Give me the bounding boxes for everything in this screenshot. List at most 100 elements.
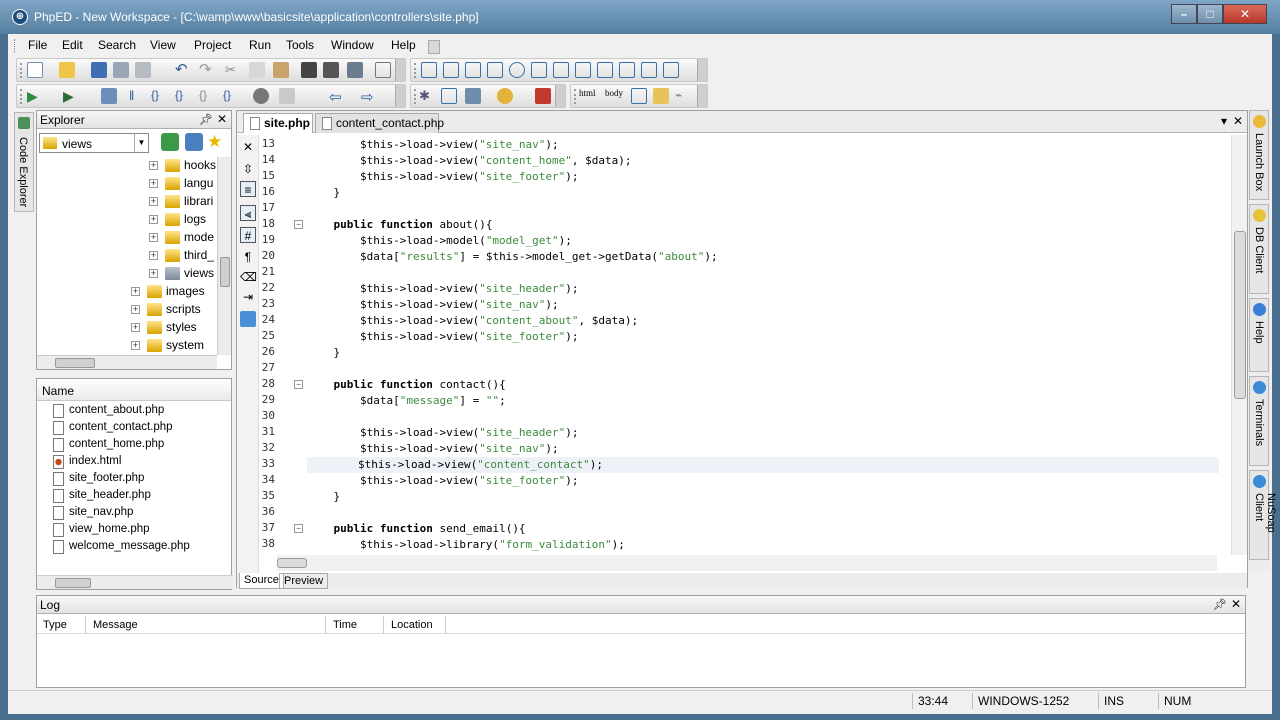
close-window-button[interactable]: ✕ <box>1223 4 1267 24</box>
close-icon[interactable]: ✕ <box>217 112 227 126</box>
fold-toggle-icon[interactable]: − <box>294 220 303 229</box>
expand-icon[interactable]: + <box>149 179 158 188</box>
expand-icon[interactable]: + <box>131 287 140 296</box>
code-line[interactable]: public function about(){ <box>307 217 493 233</box>
expand-icon[interactable]: + <box>131 341 140 350</box>
menu-edit[interactable]: Edit <box>60 38 85 52</box>
menu-tools[interactable]: Tools <box>284 38 316 52</box>
right-tab-help[interactable]: Help <box>1249 298 1269 372</box>
run-icon[interactable]: ▶ <box>27 88 43 104</box>
menu-overflow-button[interactable] <box>428 40 440 54</box>
step-into-icon[interactable]: {} <box>151 88 167 104</box>
code-line[interactable]: $this->load->view("site_footer"); <box>307 169 579 185</box>
menu-help[interactable]: Help <box>389 38 418 52</box>
toggle-hash-icon[interactable]: # <box>240 227 256 243</box>
tab-site-php[interactable]: site.php <box>243 113 313 133</box>
run-to-cursor-icon[interactable]: {} <box>223 88 239 104</box>
code-line[interactable]: public function contact(){ <box>307 377 506 393</box>
toolbar-overflow[interactable] <box>555 85 565 107</box>
tab-preview[interactable]: Preview <box>279 573 329 589</box>
code-explorer-tab[interactable]: Code Explorer <box>14 112 34 212</box>
html-tag-icon[interactable]: html <box>579 88 601 104</box>
current-code-line[interactable]: $this->load->view("content_contact"); <box>307 457 1219 473</box>
editor-vertical-scrollbar[interactable] <box>1231 135 1247 555</box>
refresh-icon[interactable] <box>185 133 203 151</box>
pilcrow-icon[interactable]: ¶ <box>240 249 256 265</box>
code-line[interactable]: $data["results"] = $this->model_get->get… <box>307 249 718 265</box>
code-line[interactable]: $this->load->view("site_nav"); <box>307 297 559 313</box>
code-line[interactable]: $this->load->view("site_header"); <box>307 425 579 441</box>
bookmark-icon[interactable] <box>375 62 391 78</box>
minimize-button[interactable]: – <box>1171 4 1197 24</box>
step-out-icon[interactable]: {} <box>199 88 215 104</box>
paste-icon[interactable] <box>273 62 289 78</box>
new-file-icon[interactable] <box>27 62 43 78</box>
close-tab-icon[interactable]: ✕ <box>1233 114 1243 128</box>
log-col-type[interactable]: Type <box>43 619 67 631</box>
tab-source[interactable]: Source <box>239 573 284 589</box>
find-in-files-icon[interactable] <box>347 62 363 78</box>
menu-search[interactable]: Search <box>96 38 138 52</box>
html-image-icon[interactable] <box>619 62 635 78</box>
code-line[interactable]: $this->load->view("content_home", $data)… <box>307 153 632 169</box>
find-replace-icon[interactable] <box>323 62 339 78</box>
undo-icon[interactable]: ↶ <box>175 62 191 78</box>
expand-icon[interactable]: + <box>149 251 158 260</box>
favorites-star-icon[interactable]: ★ <box>207 133 225 151</box>
redo-icon[interactable]: ↷ <box>199 62 215 78</box>
open-folder-icon[interactable] <box>59 62 75 78</box>
fold-toggle-icon[interactable]: − <box>294 524 303 533</box>
toolbar-overflow[interactable] <box>697 85 707 107</box>
expand-icon[interactable]: + <box>131 305 140 314</box>
body-tag-icon[interactable]: body <box>605 88 627 104</box>
code-line[interactable]: $this->load->library("form_validation"); <box>307 537 625 553</box>
file-list-horizontal-scrollbar[interactable] <box>37 575 233 589</box>
save-icon[interactable] <box>91 62 107 78</box>
split-icon[interactable]: ⇳ <box>240 161 256 177</box>
html-table-icon[interactable] <box>575 62 591 78</box>
code-line[interactable]: $this->load->model("model_get"); <box>307 233 572 249</box>
layout-icon[interactable] <box>535 88 551 104</box>
log-col-location[interactable]: Location <box>391 619 433 631</box>
edit-doc-icon[interactable] <box>441 88 457 104</box>
expand-icon[interactable]: + <box>131 323 140 332</box>
menu-file[interactable]: File <box>26 38 49 52</box>
folder-select[interactable]: views ▼ <box>39 133 149 153</box>
code-line[interactable]: } <box>307 489 340 505</box>
stop-icon[interactable] <box>253 88 269 104</box>
html-select-icon[interactable] <box>487 62 503 78</box>
toggle-indent-icon[interactable]: ⫷ <box>240 205 256 221</box>
html-radio-icon[interactable] <box>509 62 525 78</box>
maximize-button[interactable]: □ <box>1197 4 1223 24</box>
find-icon[interactable] <box>301 62 317 78</box>
code-line[interactable]: } <box>307 185 340 201</box>
tab-list-chevron-icon[interactable]: ▾ <box>1221 114 1227 128</box>
step-over-icon[interactable]: {} <box>175 88 191 104</box>
html-checkbox-icon[interactable] <box>465 62 481 78</box>
debug-options-icon[interactable] <box>101 88 117 104</box>
right-tab-db-client[interactable]: DB Client <box>1249 204 1269 294</box>
code-line[interactable]: $this->load->view("site_nav"); <box>307 441 559 457</box>
log-col-time[interactable]: Time <box>333 619 357 631</box>
wrench-icon[interactable]: ✱ <box>419 88 435 104</box>
log-col-message[interactable]: Message <box>93 619 138 631</box>
tree-horizontal-scrollbar[interactable] <box>37 355 217 369</box>
html-form-icon[interactable] <box>421 62 437 78</box>
save-all-icon[interactable] <box>113 62 129 78</box>
code-line[interactable]: $this->load->view("site_footer"); <box>307 473 579 489</box>
fold-toggle-icon[interactable]: − <box>294 380 303 389</box>
folder-up-icon[interactable] <box>161 133 179 151</box>
pin-icon[interactable]: 📌︎ <box>1213 598 1227 611</box>
menu-run[interactable]: Run <box>247 38 273 52</box>
cut-icon[interactable]: ✂ <box>225 62 241 78</box>
forward-icon[interactable]: ⇨ <box>361 88 377 106</box>
pointer-icon[interactable] <box>465 88 481 104</box>
expand-icon[interactable]: + <box>149 215 158 224</box>
right-tab-launch-box[interactable]: Launch Box <box>1249 110 1269 200</box>
menu-project[interactable]: Project <box>192 38 233 52</box>
copy-icon[interactable] <box>249 62 265 78</box>
print-icon[interactable] <box>135 62 151 78</box>
indent-icon[interactable]: ⇥ <box>240 289 256 305</box>
editor-horizontal-scrollbar[interactable] <box>277 555 1217 571</box>
toolbar-overflow[interactable] <box>395 85 405 107</box>
